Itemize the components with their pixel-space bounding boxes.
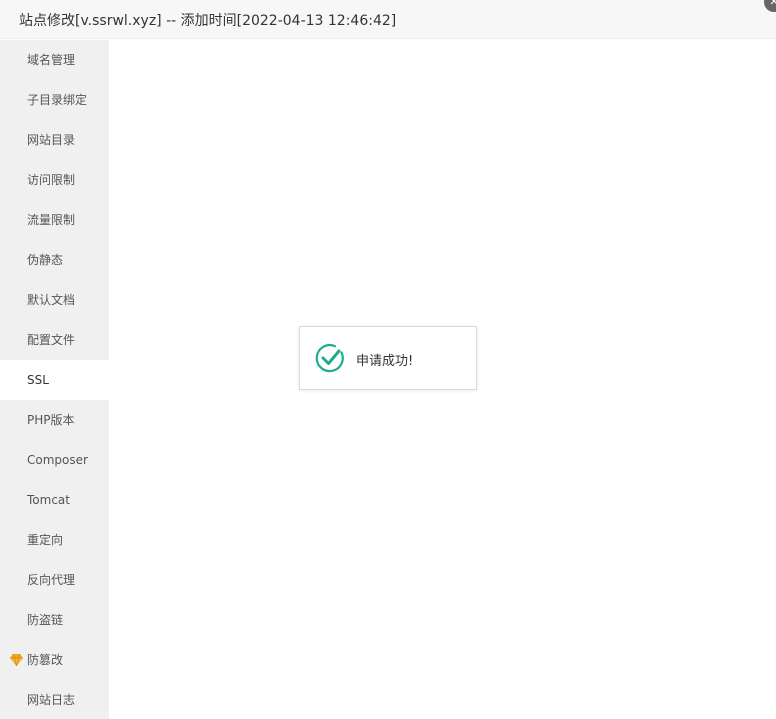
sidebar-item-label: 访问限制: [27, 173, 76, 187]
sidebar-item-label: Tomcat: [27, 493, 70, 507]
sidebar-item-domain-management[interactable]: 域名管理: [0, 40, 109, 80]
sidebar-item-label: 伪静态: [27, 253, 64, 267]
sidebar-item-label: 配置文件: [27, 333, 76, 347]
sidebar-item-label: SSL: [27, 373, 49, 387]
sidebar-item-label: 流量限制: [27, 213, 76, 227]
dialog-titlebar[interactable]: 站点修改[v.ssrwl.xyz] -- 添加时间[2022-04-13 12:…: [0, 0, 776, 39]
sidebar-item-label: Composer: [27, 453, 88, 467]
sidebar-item-php-version[interactable]: PHP版本: [0, 400, 109, 440]
site-settings-dialog: 站点修改[v.ssrwl.xyz] -- 添加时间[2022-04-13 12:…: [0, 0, 776, 719]
sidebar-item-label: 重定向: [27, 533, 64, 547]
sidebar-item-label: 域名管理: [27, 53, 76, 67]
sidebar-item-label: 网站日志: [27, 693, 76, 707]
toast-message: 申请成功!: [356, 354, 414, 369]
sidebar-item-site-logs[interactable]: 网站日志: [0, 680, 109, 719]
sidebar-item-rewrite[interactable]: 伪静态: [0, 240, 109, 280]
sidebar-item-ssl[interactable]: SSL: [0, 360, 109, 400]
sidebar: 域名管理 子目录绑定 网站目录 访问限制 流量限制 伪静态 默认文档 配置文件 …: [0, 40, 109, 719]
sidebar-item-config-file[interactable]: 配置文件: [0, 320, 109, 360]
sidebar-item-label: 子目录绑定: [27, 93, 88, 107]
success-check-icon: [315, 344, 344, 373]
sidebar-item-composer[interactable]: Composer: [0, 440, 109, 480]
sidebar-item-traffic-limit[interactable]: 流量限制: [0, 200, 109, 240]
dialog-title: 站点修改[v.ssrwl.xyz] -- 添加时间[2022-04-13 12:…: [19, 13, 397, 29]
success-toast: 申请成功!: [299, 326, 477, 390]
sidebar-item-label: 反向代理: [27, 573, 76, 587]
sidebar-item-redirect[interactable]: 重定向: [0, 520, 109, 560]
sidebar-item-access-restriction[interactable]: 访问限制: [0, 160, 109, 200]
sidebar-item-tomcat[interactable]: Tomcat: [0, 480, 109, 520]
sidebar-item-reverse-proxy[interactable]: 反向代理: [0, 560, 109, 600]
sidebar-item-label: 防盗链: [27, 613, 64, 627]
sidebar-item-default-document[interactable]: 默认文档: [0, 280, 109, 320]
sidebar-item-tamper-protection[interactable]: 防篡改: [0, 640, 109, 680]
sidebar-item-label: 默认文档: [27, 293, 76, 307]
sidebar-item-site-directory[interactable]: 网站目录: [0, 120, 109, 160]
sidebar-item-subdirectory-binding[interactable]: 子目录绑定: [0, 80, 109, 120]
sidebar-item-label: 网站目录: [27, 133, 76, 147]
sidebar-item-hotlink-protection[interactable]: 防盗链: [0, 600, 109, 640]
gem-icon: [10, 654, 23, 666]
sidebar-item-label: PHP版本: [27, 413, 75, 427]
sidebar-item-label: 防篡改: [27, 653, 64, 667]
